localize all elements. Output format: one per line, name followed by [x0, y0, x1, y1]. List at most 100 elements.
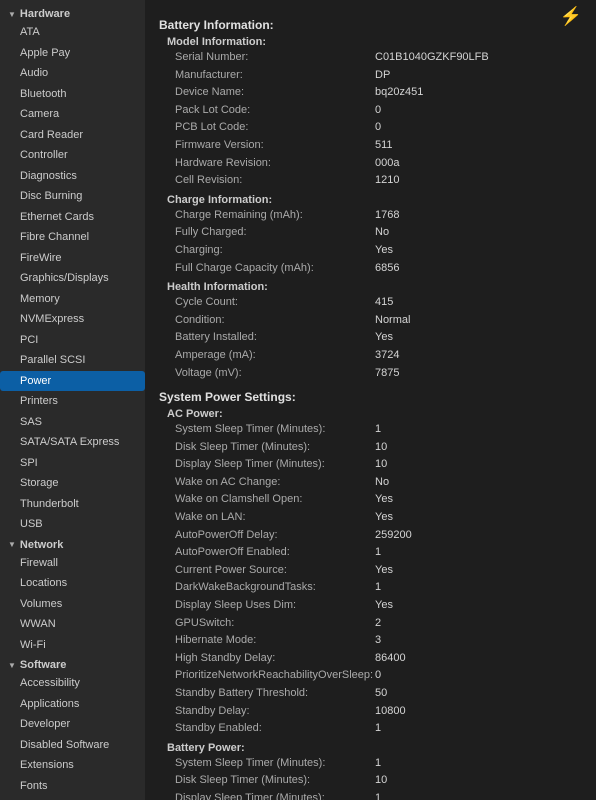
ac-high-standby-row: High Standby Delay: 86400	[175, 650, 582, 668]
cell-rev-value: 1210	[375, 172, 399, 190]
sidebar-item-printers[interactable]: Printers	[0, 391, 145, 412]
sidebar-item-disc-burning[interactable]: Disc Burning	[0, 186, 145, 207]
ac-disk-sleep-label: Disk Sleep Timer (Minutes):	[175, 439, 375, 457]
ac-hibernate-label: Hibernate Mode:	[175, 632, 375, 650]
sidebar-item-frameworks[interactable]: Frameworks	[0, 796, 145, 800]
pack-lot-value: 0	[375, 102, 381, 120]
ac-standby-delay-row: Standby Delay: 10800	[175, 703, 582, 721]
ac-display-dim-value: Yes	[375, 597, 393, 615]
sidebar-item-usb[interactable]: USB	[0, 514, 145, 535]
ac-wake-lan-label: Wake on LAN:	[175, 509, 375, 527]
sidebar-item-locations[interactable]: Locations	[0, 573, 145, 594]
hardware-rev-value: 000a	[375, 155, 399, 173]
cell-rev-row: Cell Revision: 1210	[175, 172, 582, 190]
sidebar-item-firewall[interactable]: Firewall	[0, 553, 145, 574]
sidebar-item-sata[interactable]: SATA/SATA Express	[0, 432, 145, 453]
charge-remaining-row: Charge Remaining (mAh): 1768	[175, 207, 582, 225]
ac-autopoweroff-delay-label: AutoPowerOff Delay:	[175, 527, 375, 545]
ac-display-sleep-value: 10	[375, 456, 387, 474]
model-info-details: Serial Number: C01B1040GZKF90LFB Manufac…	[175, 49, 582, 190]
sidebar-item-developer[interactable]: Developer	[0, 714, 145, 735]
network-section-label: Network	[20, 539, 63, 551]
sidebar-item-volumes[interactable]: Volumes	[0, 594, 145, 615]
system-power-title: System Power Settings:	[159, 390, 582, 404]
sidebar-item-spi[interactable]: SPI	[0, 453, 145, 474]
network-arrow: ▼	[8, 540, 16, 549]
sidebar-item-nvmexpress[interactable]: NVMExpress	[0, 309, 145, 330]
sidebar-item-fonts[interactable]: Fonts	[0, 776, 145, 797]
condition-value: Normal	[375, 312, 410, 330]
firmware-value: 511	[375, 137, 393, 155]
ac-system-sleep-value: 1	[375, 421, 381, 439]
sidebar-item-bluetooth[interactable]: Bluetooth	[0, 84, 145, 105]
warning-icon: ⚡	[560, 6, 582, 27]
ac-system-sleep-row: System Sleep Timer (Minutes): 1	[175, 421, 582, 439]
hardware-rev-label: Hardware Revision:	[175, 155, 375, 173]
bat-display-sleep-label: Display Sleep Timer (Minutes):	[175, 790, 375, 800]
full-charge-value: 6856	[375, 260, 399, 278]
bat-system-sleep-row: System Sleep Timer (Minutes): 1	[175, 755, 582, 773]
full-charge-row: Full Charge Capacity (mAh): 6856	[175, 260, 582, 278]
ac-power-details: System Sleep Timer (Minutes): 1 Disk Sle…	[175, 421, 582, 738]
ac-autopoweroff-delay-value: 259200	[375, 527, 412, 545]
sidebar-item-audio[interactable]: Audio	[0, 63, 145, 84]
sidebar-item-power[interactable]: Power	[0, 371, 145, 392]
sidebar-item-camera[interactable]: Camera	[0, 104, 145, 125]
ac-wake-ac-value: No	[375, 474, 389, 492]
sidebar-item-pci[interactable]: PCI	[0, 330, 145, 351]
battery-power-details: System Sleep Timer (Minutes): 1 Disk Sle…	[175, 755, 582, 800]
sidebar-item-applications[interactable]: Applications	[0, 694, 145, 715]
sidebar-item-wwan[interactable]: WWAN	[0, 614, 145, 635]
manufacturer-value: DP	[375, 67, 390, 85]
sidebar-item-controller[interactable]: Controller	[0, 145, 145, 166]
model-info-label: Model Information:	[167, 36, 582, 48]
manufacturer-label: Manufacturer:	[175, 67, 375, 85]
manufacturer-row: Manufacturer: DP	[175, 67, 582, 85]
pcb-lot-value: 0	[375, 119, 381, 137]
battery-power-label: Battery Power:	[167, 742, 582, 754]
firmware-label: Firmware Version:	[175, 137, 375, 155]
sidebar-item-parallel-scsi[interactable]: Parallel SCSI	[0, 350, 145, 371]
ac-standby-delay-label: Standby Delay:	[175, 703, 375, 721]
condition-row: Condition: Normal	[175, 312, 582, 330]
device-name-row: Device Name: bq20z451	[175, 84, 582, 102]
charge-remaining-value: 1768	[375, 207, 399, 225]
sidebar-item-wifi[interactable]: Wi-Fi	[0, 635, 145, 656]
sidebar-item-storage[interactable]: Storage	[0, 473, 145, 494]
sidebar-item-disabled-software[interactable]: Disabled Software	[0, 735, 145, 756]
sidebar-item-firewire[interactable]: FireWire	[0, 248, 145, 269]
main-content: ⚡ Battery Information: Model Information…	[145, 0, 596, 800]
sidebar-item-thunderbolt[interactable]: Thunderbolt	[0, 494, 145, 515]
ac-high-standby-label: High Standby Delay:	[175, 650, 375, 668]
sidebar-item-memory[interactable]: Memory	[0, 289, 145, 310]
sidebar-item-fibre-channel[interactable]: Fibre Channel	[0, 227, 145, 248]
battery-info-title: Battery Information:	[159, 18, 582, 32]
sidebar-item-ethernet-cards[interactable]: Ethernet Cards	[0, 207, 145, 228]
sidebar-item-accessibility[interactable]: Accessibility	[0, 673, 145, 694]
charge-info-label: Charge Information:	[167, 194, 582, 206]
ac-standby-battery-row: Standby Battery Threshold: 50	[175, 685, 582, 703]
amperage-value: 3724	[375, 347, 399, 365]
sidebar-item-apple-pay[interactable]: Apple Pay	[0, 43, 145, 64]
hardware-arrow: ▼	[8, 10, 16, 19]
software-arrow: ▼	[8, 661, 16, 670]
charging-row: Charging: Yes	[175, 242, 582, 260]
fully-charged-row: Fully Charged: No	[175, 224, 582, 242]
ac-standby-battery-value: 50	[375, 685, 387, 703]
sidebar-item-extensions[interactable]: Extensions	[0, 755, 145, 776]
cycle-count-label: Cycle Count:	[175, 294, 375, 312]
sidebar-item-diagnostics[interactable]: Diagnostics	[0, 166, 145, 187]
cycle-count-row: Cycle Count: 415	[175, 294, 582, 312]
hardware-section-header: ▼ Hardware	[0, 4, 145, 22]
serial-number-label: Serial Number:	[175, 49, 375, 67]
health-info-label: Health Information:	[167, 281, 582, 293]
ac-standby-delay-value: 10800	[375, 703, 406, 721]
sidebar-item-card-reader[interactable]: Card Reader	[0, 125, 145, 146]
health-info-details: Cycle Count: 415 Condition: Normal Batte…	[175, 294, 582, 382]
ac-hibernate-row: Hibernate Mode: 3	[175, 632, 582, 650]
sidebar-item-sas[interactable]: SAS	[0, 412, 145, 433]
ac-display-sleep-label: Display Sleep Timer (Minutes):	[175, 456, 375, 474]
sidebar-item-ata[interactable]: ATA	[0, 22, 145, 43]
charge-info-details: Charge Remaining (mAh): 1768 Fully Charg…	[175, 207, 582, 277]
sidebar-item-graphics-displays[interactable]: Graphics/Displays	[0, 268, 145, 289]
